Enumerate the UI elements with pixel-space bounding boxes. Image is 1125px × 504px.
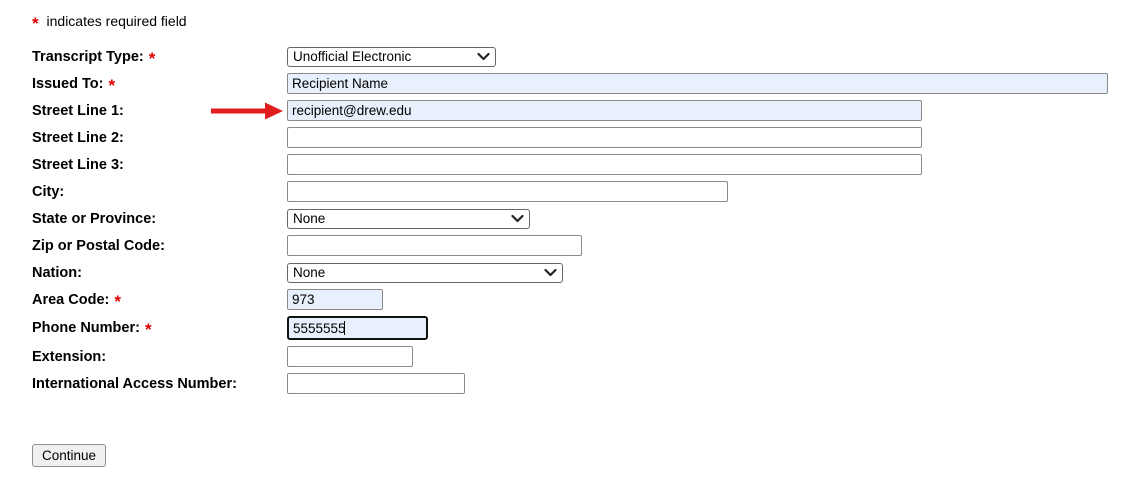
nation-select[interactable]: None (287, 263, 563, 283)
nation-selected-value: None (293, 265, 538, 280)
international-access-number-input[interactable] (287, 373, 465, 394)
phone-number-control-cell (287, 316, 428, 340)
form-row-zip-or-postal-code: Zip or Postal Code: (32, 235, 1125, 256)
form-row-area-code: Area Code: * (32, 289, 1125, 310)
street-line-2-control-cell (287, 127, 922, 148)
field-label-cell: Nation: (32, 265, 287, 281)
form-row-street-line-2: Street Line 2: (32, 127, 1125, 148)
transcript-type-label: Transcript Type: (32, 49, 144, 65)
street-line-3-input[interactable] (287, 154, 922, 175)
street-line-1-label: Street Line 1: (32, 103, 124, 119)
issued-to-label: Issued To: (32, 76, 103, 92)
chevron-down-icon (511, 215, 524, 223)
required-note: * indicates required field (32, 13, 1125, 29)
form-rows: Transcript Type: * Unofficial Electronic Is… (32, 46, 1125, 394)
field-label-cell: Street Line 2: (32, 130, 287, 146)
city-control-cell (287, 181, 728, 202)
area-code-input[interactable] (287, 289, 383, 310)
extension-label: Extension: (32, 349, 106, 365)
form-row-transcript-type: Transcript Type: * Unofficial Electronic (32, 46, 1125, 67)
phone-number-input-wrap (287, 316, 428, 340)
continue-button[interactable]: Continue (32, 444, 106, 467)
form-row-issued-to: Issued To: * (32, 73, 1125, 94)
international-access-number-label: International Access Number: (32, 376, 237, 392)
state-or-province-label: State or Province: (32, 211, 156, 227)
state-or-province-control-cell: None (287, 209, 530, 229)
phone-number-label: Phone Number: (32, 320, 140, 336)
field-label-cell: Area Code: * (32, 292, 287, 308)
field-label-cell: Street Line 3: (32, 157, 287, 173)
city-input[interactable] (287, 181, 728, 202)
required-asterisk-icon: * (108, 76, 115, 95)
transcript-type-select[interactable]: Unofficial Electronic (287, 47, 496, 67)
street-line-3-control-cell (287, 154, 922, 175)
nation-label: Nation: (32, 265, 82, 281)
international-access-number-control-cell (287, 373, 465, 394)
required-asterisk-icon: * (32, 14, 39, 33)
city-label: City: (32, 184, 64, 200)
area-code-label: Area Code: (32, 292, 109, 308)
zip-or-postal-code-input[interactable] (287, 235, 582, 256)
form-row-street-line-1: Street Line 1: (32, 100, 1125, 121)
chevron-down-icon (544, 269, 557, 277)
chevron-down-icon (477, 53, 490, 61)
area-code-control-cell (287, 289, 383, 310)
form-row-extension: Extension: (32, 346, 1125, 367)
transcript-type-selected-value: Unofficial Electronic (293, 49, 471, 64)
zip-or-postal-code-label: Zip or Postal Code: (32, 238, 165, 254)
transcript-address-form: * indicates required field Transcript Ty… (0, 0, 1125, 467)
street-line-1-control-cell (287, 100, 922, 121)
required-asterisk-icon: * (145, 320, 152, 339)
field-label-cell: Issued To: * (32, 76, 287, 92)
street-line-2-input[interactable] (287, 127, 922, 148)
phone-number-input[interactable] (287, 316, 428, 340)
form-row-nation: Nation: None (32, 262, 1125, 283)
state-or-province-select[interactable]: None (287, 209, 530, 229)
field-label-cell: State or Province: (32, 211, 287, 227)
field-label-cell: Transcript Type: * (32, 49, 287, 65)
field-label-cell: City: (32, 184, 287, 200)
transcript-type-control-cell: Unofficial Electronic (287, 47, 496, 67)
state-or-province-selected-value: None (293, 211, 505, 226)
field-label-cell: Zip or Postal Code: (32, 238, 287, 254)
required-note-text: indicates required field (47, 13, 187, 29)
text-caret (344, 321, 345, 335)
street-line-2-label: Street Line 2: (32, 130, 124, 146)
form-row-city: City: (32, 181, 1125, 202)
required-asterisk-icon: * (114, 292, 121, 311)
form-row-street-line-3: Street Line 3: (32, 154, 1125, 175)
nation-control-cell: None (287, 263, 563, 283)
street-line-3-label: Street Line 3: (32, 157, 124, 173)
field-label-cell: Phone Number: * (32, 320, 287, 336)
zip-or-postal-code-control-cell (287, 235, 582, 256)
issued-to-control-cell (287, 73, 1108, 94)
field-label-cell: Extension: (32, 349, 287, 365)
field-label-cell: International Access Number: (32, 376, 287, 392)
extension-input[interactable] (287, 346, 413, 367)
required-asterisk-icon: * (149, 49, 156, 68)
extension-control-cell (287, 346, 413, 367)
red-arrow-icon (211, 102, 283, 119)
issued-to-input[interactable] (287, 73, 1108, 94)
form-row-state-or-province: State or Province: None (32, 208, 1125, 229)
form-row-phone-number: Phone Number: * (32, 316, 1125, 340)
form-row-international-access-number: International Access Number: (32, 373, 1125, 394)
street-line-1-input[interactable] (287, 100, 922, 121)
